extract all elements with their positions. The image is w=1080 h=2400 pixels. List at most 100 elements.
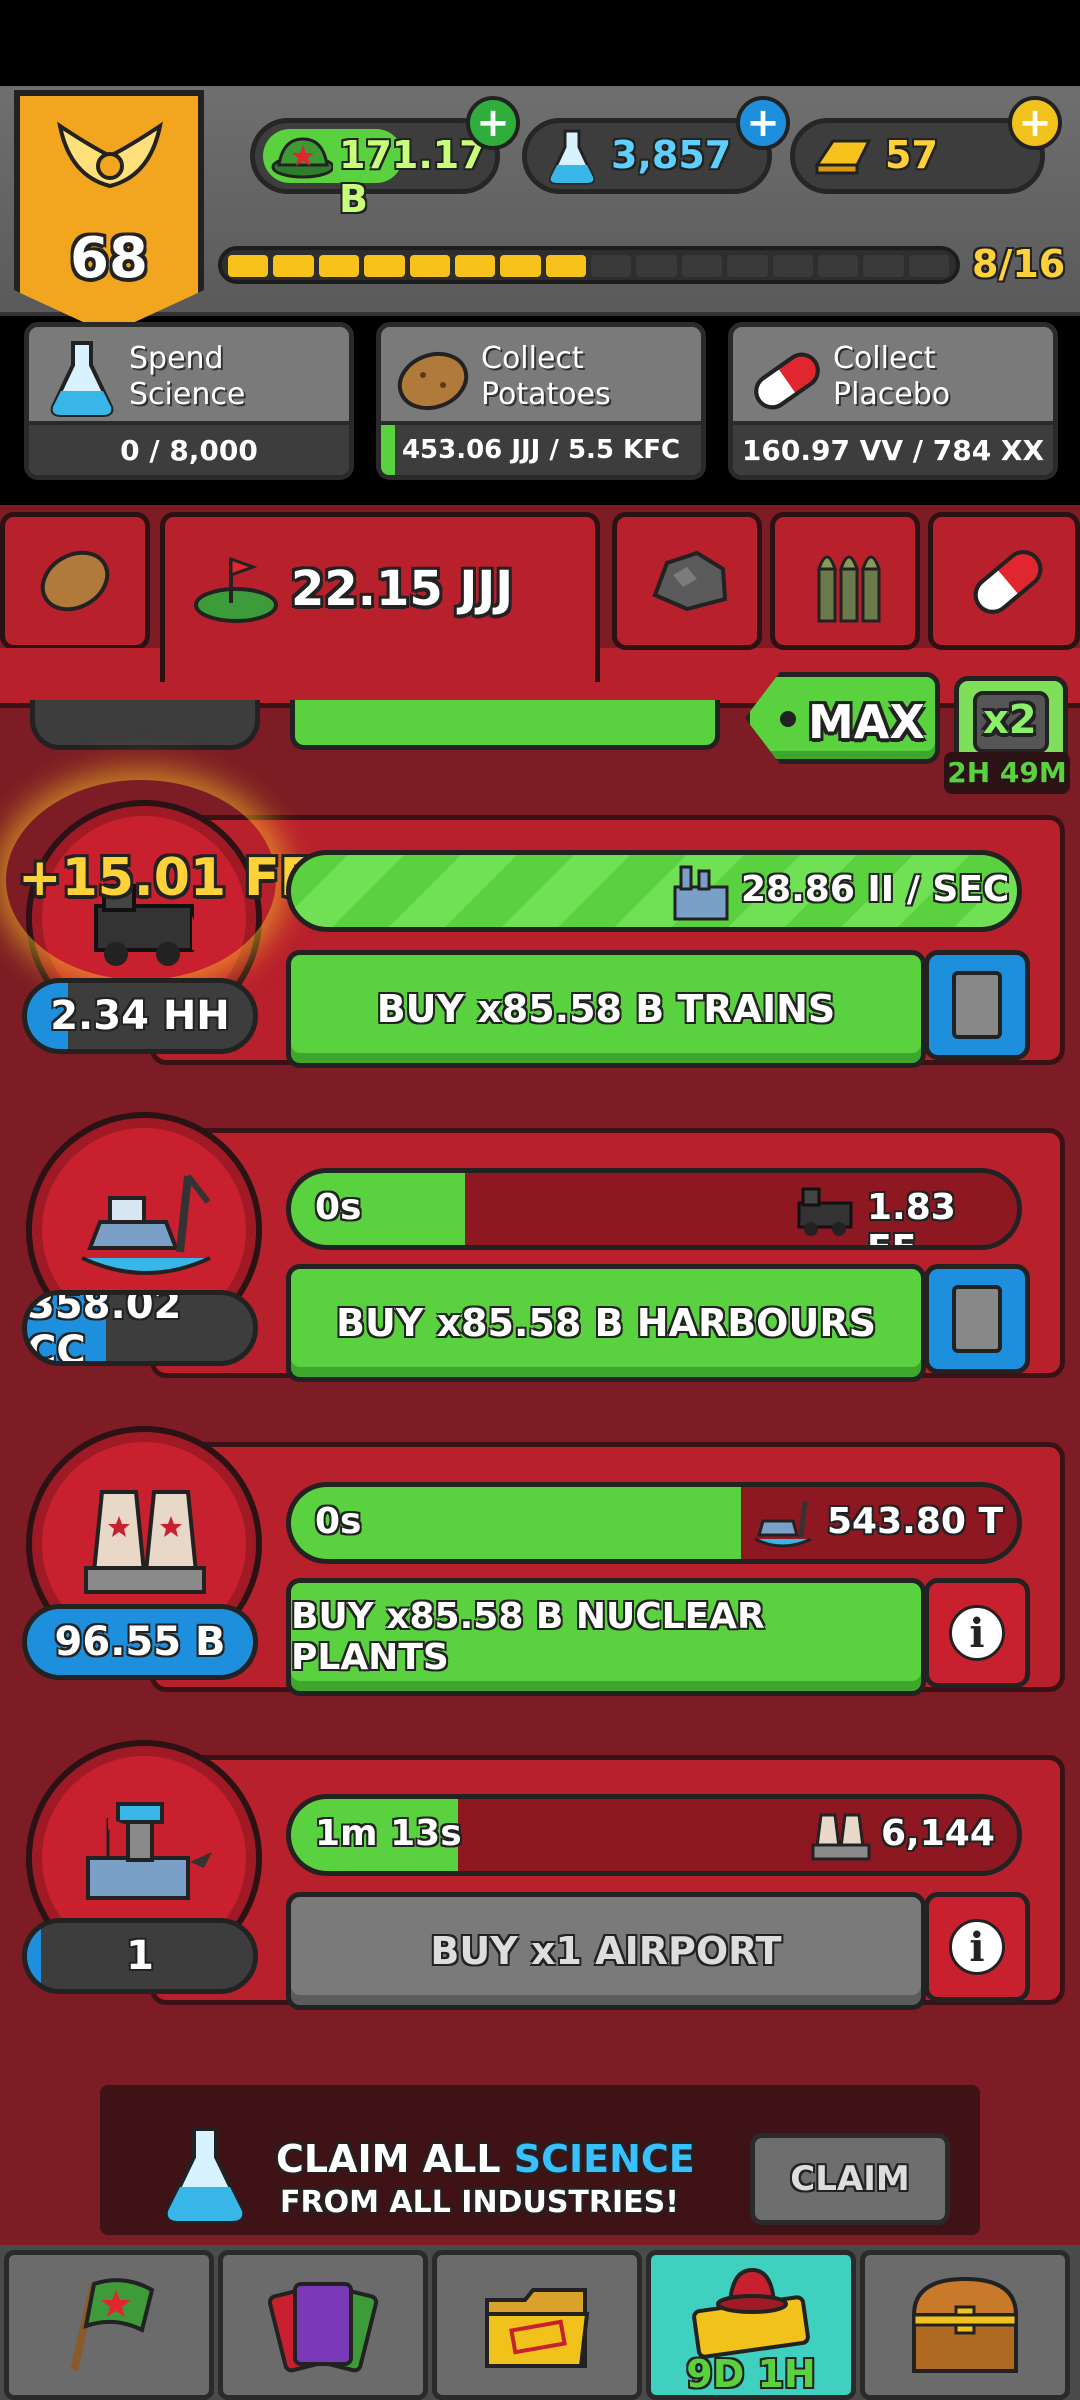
land-flag-icon [194,556,278,623]
bullets-icon [816,555,882,623]
task-label-line2: Potatoes [481,377,611,412]
level-badge[interactable]: 68 [14,90,204,334]
nav-shop[interactable] [860,2250,1070,2400]
factory-icon [673,865,729,921]
tab-land-active[interactable]: 22.15 JJJ [160,512,600,682]
hidden-row-count [30,700,260,750]
buy-trains-button[interactable]: BUY x85.58 B TRAINS [286,950,926,1068]
tag-hole [780,711,796,727]
task-label-line1: Collect [481,341,584,376]
industry-count: 96.55 B [22,1604,258,1680]
task-collect-potatoes[interactable]: Collect Potatoes 453.06 JJJ / 5.5 KFC [376,322,706,480]
xp-segment [364,255,405,277]
task-progress: 160.97 VV / 784 XX [733,421,1053,475]
cash-display[interactable]: 171.17 B [250,118,500,221]
add-gold-button[interactable]: + [1008,96,1062,150]
flask-icon [549,129,595,185]
claim-line1-a: CLAIM ALL [276,2137,501,2181]
production-bar: 1m 13s 6,144 [286,1794,1022,1876]
buy-nuclear-plants-button[interactable]: BUY x85.58 B NUCLEAR PLANTS [286,1578,926,1696]
wings-icon [57,121,163,189]
level-value: 68 [70,226,148,291]
claim-line2: FROM ALL INDUSTRIES! [280,2185,679,2220]
xp-progress-text: 8/16 [972,242,1066,286]
science-display[interactable]: 3,857 [522,118,772,194]
airport-icon [86,1802,212,1900]
claim-button[interactable]: CLAIM [750,2133,950,2225]
production-timer: 1m 13s [315,1813,462,1854]
task-label-line2: Placebo [833,377,951,412]
gold-value: 57 [885,133,938,177]
xp-segment [454,255,496,277]
harbour-icon [754,1500,812,1548]
industry-count: 358.02 CC [22,1290,258,1366]
xp-segment [681,255,723,277]
gold-bar-icon [814,139,872,175]
manager-card-button[interactable] [924,1264,1030,1374]
claim-line1-b: SCIENCE [513,2137,695,2181]
flask-icon [165,2127,245,2223]
card-icon [952,971,1002,1039]
task-spend-science[interactable]: Spend Science 0 / 8,000 [24,322,354,480]
tab-placebo[interactable] [928,512,1080,650]
production-timer: 0s [315,1501,362,1542]
task-collect-placebo[interactable]: Collect Placebo 160.97 VV / 784 XX [728,322,1058,480]
collect-popup[interactable]: +15.01 FF [18,848,315,908]
task-progress-fill [381,425,395,475]
task-label-line1: Collect [833,341,936,376]
xp-bar [218,246,960,284]
hidden-row-bar [290,700,720,750]
task-progress: 453.06 JJJ / 5.5 KFC [381,421,701,475]
card-icon [952,1285,1002,1353]
count-value: 96.55 B [54,1619,226,1665]
production-cost: 543.80 T [827,1501,1004,1542]
info-button[interactable]: i [924,1892,1030,2002]
flag-icon [70,2278,155,2371]
xp-segment [318,255,360,277]
train-icon [797,1187,853,1236]
xp-segment [817,255,859,277]
treasure-chest-icon [911,2276,1019,2373]
production-bar: 0s 1.83 EE [286,1168,1022,1250]
production-bar: 28.86 II / SEC [286,850,1022,932]
production-rate: 28.86 II / SEC [741,869,1010,910]
industry-count: 2.34 HH [22,978,258,1054]
boost-label: x2 [983,697,1037,743]
add-science-button[interactable]: + [736,96,790,150]
xp-segment [500,255,541,277]
info-icon: i [949,1605,1005,1661]
add-cash-button[interactable]: + [466,96,520,150]
pill-icon [973,550,1043,614]
count-value: 2.34 HH [50,993,230,1039]
xp-segment [908,255,949,277]
xp-segment [772,255,813,277]
max-label: MAX [808,695,925,749]
tab-value: 22.15 JJJ [291,561,514,617]
manager-card-button[interactable] [924,950,1030,1060]
production-bar: 0s 543.80 T [286,1482,1022,1564]
nav-cards[interactable] [218,2250,428,2400]
info-button[interactable]: i [924,1578,1030,1688]
xp-segment [636,255,677,277]
task-progress: 0 / 8,000 [29,421,349,475]
potato-icon [40,550,110,612]
max-button[interactable]: MAX [745,672,940,764]
xp-segment [545,255,586,277]
pill-icon [754,352,820,410]
buy-airport-button[interactable]: BUY x1 AIRPORT [286,1892,926,2010]
gold-display[interactable]: 57 [790,118,1045,194]
tab-ammo[interactable] [770,512,920,650]
production-cost: 6,144 [881,1813,995,1854]
buy-harbours-button[interactable]: BUY x85.58 B HARBOURS [286,1264,926,1382]
xp-segment [591,255,632,277]
folder-icon [485,2288,590,2368]
xp-segment [727,255,768,277]
xp-segment [273,255,314,277]
nav-flag[interactable] [4,2250,214,2400]
tab-potato[interactable] [0,512,150,650]
tab-ore[interactable] [612,512,762,650]
count-value: 358.02 CC [27,1290,182,1366]
science-value: 3,857 [611,133,732,177]
production-cost: 1.83 EE [867,1187,956,1250]
nav-folder[interactable] [432,2250,642,2400]
